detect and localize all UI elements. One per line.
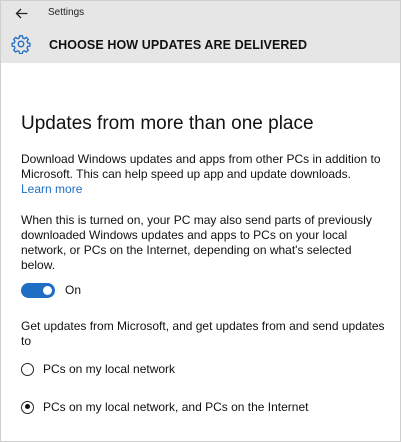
delivery-toggle-row: On	[21, 281, 81, 299]
learn-more-link[interactable]: Learn more	[21, 182, 386, 197]
section-title: Updates from more than one place	[21, 113, 314, 134]
toggle-state-label: On	[65, 283, 82, 297]
radio-option-local-and-internet[interactable]: PCs on my local network, and PCs on the …	[21, 400, 308, 414]
get-updates-paragraph: Get updates from Microsoft, and get upda…	[21, 319, 385, 348]
page-header: CHOOSE HOW UPDATES ARE DELIVERED	[1, 26, 400, 63]
window-title: Settings	[48, 7, 85, 18]
details-paragraph: When this is turned on, your PC may also…	[21, 213, 372, 272]
radio-button[interactable]	[21, 362, 34, 376]
delivery-optimization-toggle[interactable]	[21, 282, 55, 298]
toggle-knob	[43, 285, 52, 295]
radio-label: PCs on my local network, and PCs on the …	[43, 400, 309, 414]
intro-paragraph: Download Windows updates and apps from o…	[21, 152, 386, 197]
back-button[interactable]	[11, 4, 31, 22]
settings-window: Settings CHOOSE HOW UPDATES ARE DELIVERE…	[0, 0, 401, 442]
radio-label: PCs on my local network	[43, 362, 176, 376]
radio-option-local-network[interactable]: PCs on my local network	[21, 362, 175, 376]
gear-icon	[11, 35, 31, 54]
intro-text: Download Windows updates and apps from o…	[21, 152, 381, 181]
page-title: CHOOSE HOW UPDATES ARE DELIVERED	[49, 38, 308, 52]
title-bar: Settings	[1, 1, 400, 26]
back-arrow-icon	[15, 8, 27, 18]
radio-button[interactable]	[21, 400, 34, 414]
